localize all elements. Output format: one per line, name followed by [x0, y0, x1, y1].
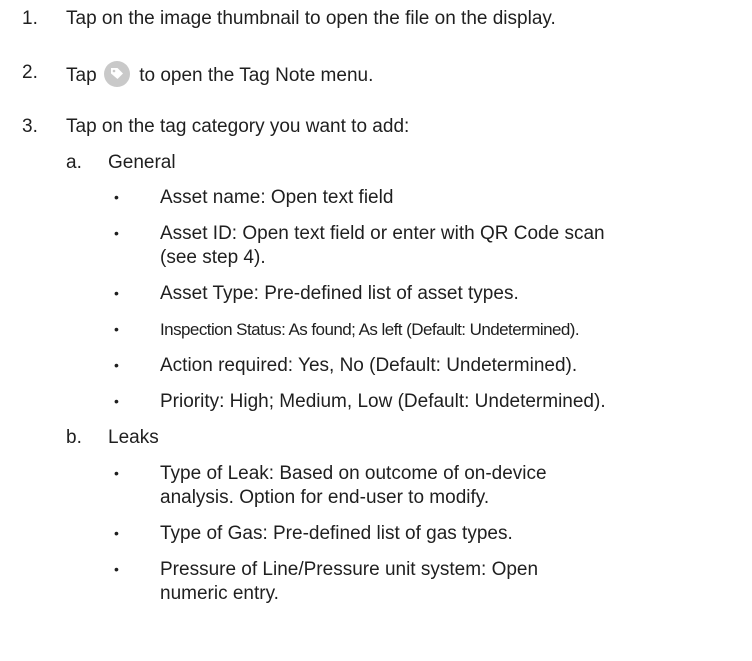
- list-item-text: Type of Gas: Pre-defined list of gas typ…: [160, 523, 513, 544]
- list-item-text: Inspection Status: As found; As left (De…: [160, 320, 580, 339]
- bullet: •: [114, 525, 119, 541]
- list-item-text: Asset name: Open text field: [160, 187, 394, 208]
- step-text: Tap to open the Tag Note menu.: [66, 61, 373, 87]
- list-item-text: Action required: Yes, No (Default: Undet…: [160, 355, 578, 376]
- list-item-text: (see step 4).: [160, 247, 266, 268]
- step-text-after: to open the Tag Note menu.: [139, 65, 374, 86]
- bullet: •: [114, 225, 119, 241]
- category-label: General: [108, 152, 176, 173]
- list-item-text: Asset ID: Open text field or enter with …: [160, 223, 605, 244]
- category-label: Leaks: [108, 427, 159, 448]
- manual-page: 1. Tap on the image thumbnail to open th…: [0, 0, 752, 661]
- category-letter: a.: [66, 152, 82, 173]
- category-letter: b.: [66, 427, 82, 448]
- bullet: •: [114, 357, 119, 373]
- list-item-text: numeric entry.: [160, 583, 279, 604]
- step-text: Tap on the image thumbnail to open the f…: [66, 8, 556, 29]
- step-number: 1.: [22, 8, 38, 29]
- bullet: •: [114, 285, 119, 301]
- bullet: •: [114, 321, 119, 337]
- bullet: •: [114, 465, 119, 481]
- step-text-before: Tap: [66, 65, 97, 86]
- tag-note-icon: [103, 61, 130, 87]
- list-item-text: analysis. Option for end-user to modify.: [160, 487, 490, 508]
- list-item-text: Type of Leak: Based on outcome of on-dev…: [160, 463, 547, 484]
- list-item-text: Pressure of Line/Pressure unit system: O…: [160, 559, 539, 580]
- step-text: Tap on the tag category you want to add:: [66, 116, 410, 137]
- bullet: •: [114, 561, 119, 577]
- bullet: •: [114, 393, 119, 409]
- list-item-text: Asset Type: Pre-defined list of asset ty…: [160, 283, 519, 304]
- step-number: 3.: [22, 116, 38, 137]
- step-number: 2.: [22, 62, 38, 83]
- list-item-text: Priority: High; Medium, Low (Default: Un…: [160, 391, 606, 412]
- bullet: •: [114, 189, 119, 205]
